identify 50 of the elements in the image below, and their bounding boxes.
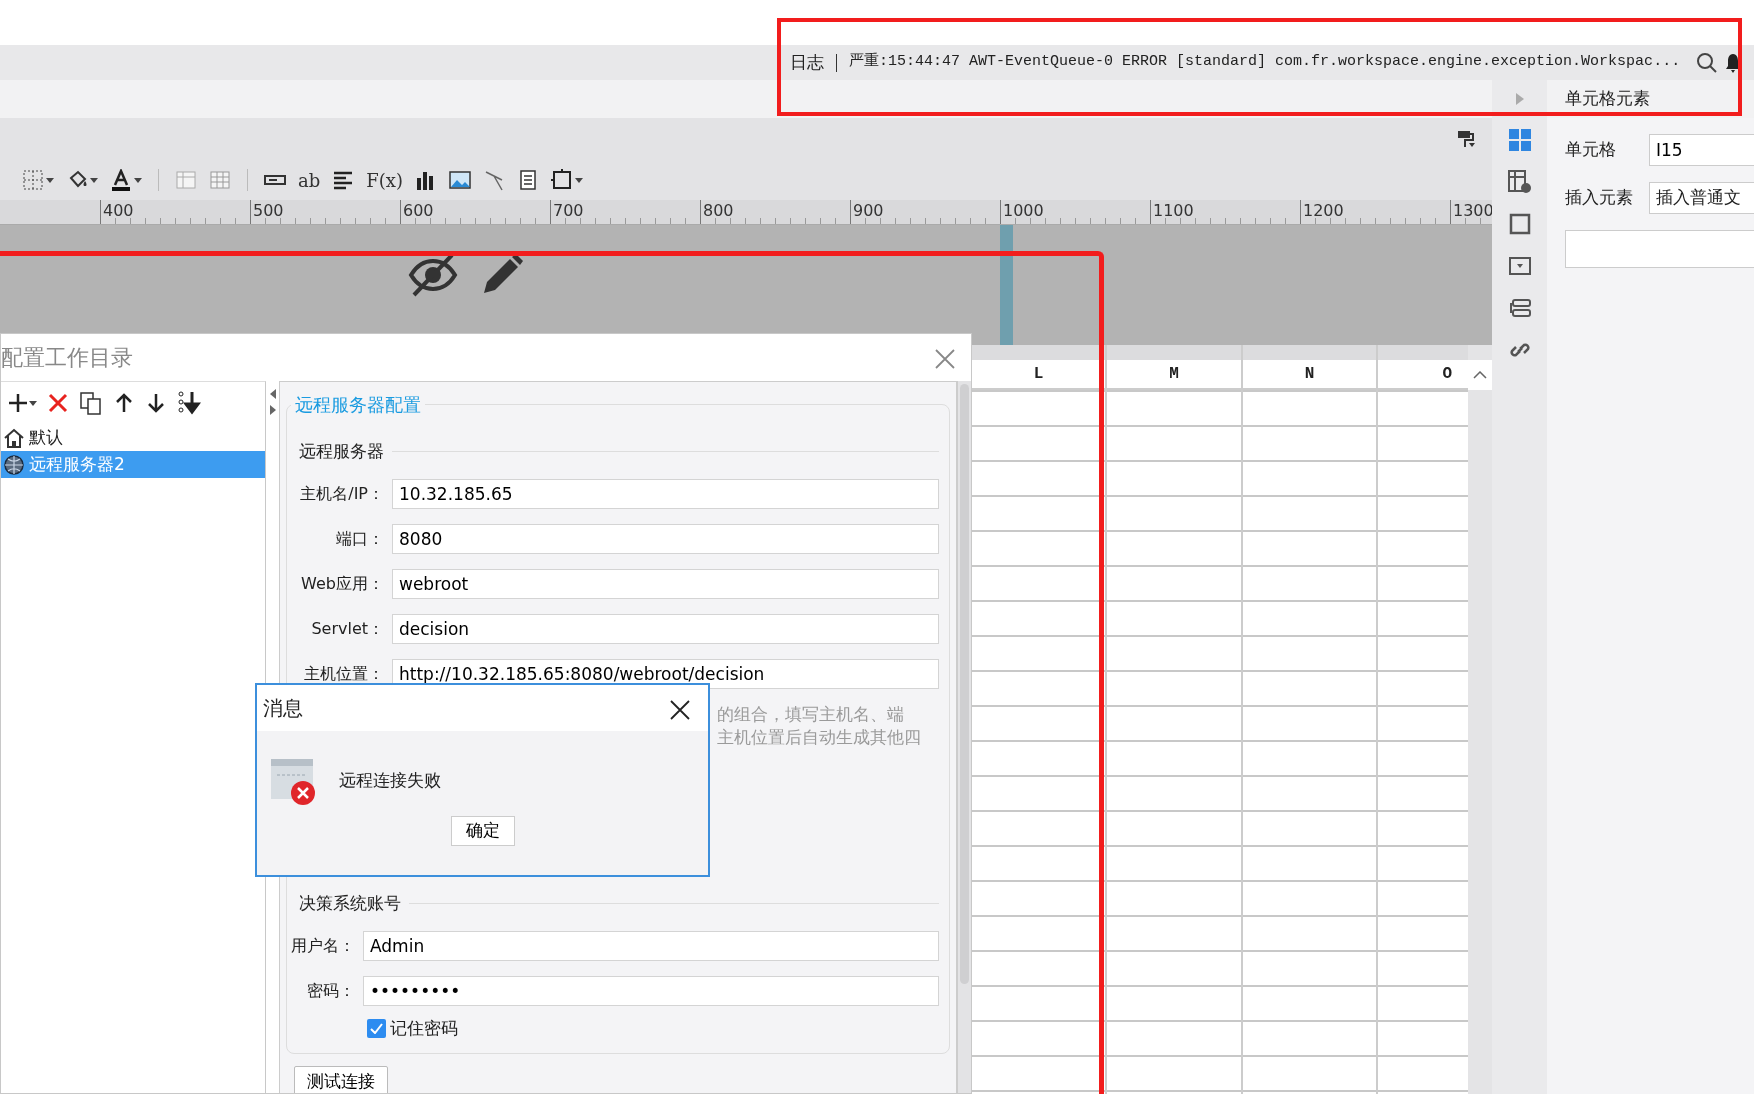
ruler-label: 400 — [103, 201, 134, 220]
section-title: 远程服务器 — [299, 439, 384, 463]
ruler-label: 1200 — [1303, 201, 1344, 220]
ruler-label: 800 — [703, 201, 734, 220]
text-field[interactable]: http://10.32.185.65:8080/webroot/decision — [392, 658, 939, 689]
field-label: 密码： — [306, 979, 356, 1002]
cell-field[interactable]: I15 — [1649, 134, 1754, 166]
text-field[interactable]: Admin — [363, 930, 939, 961]
ruler-label: 600 — [403, 201, 434, 220]
ruler-label: 1000 — [1003, 201, 1044, 220]
field-label: 用户名： — [291, 934, 356, 957]
field-label: 端口： — [335, 527, 385, 550]
field-label: 主机位置： — [303, 662, 385, 685]
field-label: 插入元素 — [1565, 186, 1634, 210]
column-header[interactable]: L — [1033, 362, 1044, 386]
hint-text: 的组合，填写主机名、端 — [717, 703, 904, 724]
dialog-title: 配置工作目录 — [1, 344, 133, 372]
log-message: 严重:15:44:47 AWT-EventQueue-0 ERROR [standard] com.fr.workspace.engine.exception.Workspac... — [849, 51, 1681, 73]
field-label: 主机名/IP： — [299, 482, 385, 505]
text-field[interactable]: 8080 — [392, 523, 939, 554]
ruler-label: 900 — [853, 201, 884, 220]
field-label: Web应用： — [300, 572, 385, 595]
text-field[interactable]: 10.32.185.65 — [392, 478, 939, 509]
column-header[interactable]: O — [1442, 362, 1452, 386]
hint-text: 主机位置后自动生成其他四 — [717, 726, 921, 747]
column-header[interactable]: N — [1304, 362, 1315, 386]
toolbar-button[interactable]: F(x) — [362, 164, 407, 196]
section-title: 决策系统账号 — [299, 891, 401, 915]
tree-item[interactable]: 默认 — [1, 424, 265, 451]
text-field[interactable]: ••••••••• — [363, 975, 939, 1006]
ruler-label: 500 — [253, 201, 284, 220]
ok-button[interactable]: 确定 — [450, 816, 515, 846]
ruler-label: 1100 — [1153, 201, 1194, 220]
toolbar-button[interactable]: ab — [294, 164, 325, 196]
insert-element-select[interactable]: 插入普通文 — [1649, 182, 1754, 214]
ruler-label: 700 — [553, 201, 584, 220]
column-header[interactable]: M — [1169, 362, 1179, 386]
text-field[interactable]: decision — [392, 613, 939, 644]
section-legend: 远程服务器配置 — [291, 394, 425, 416]
test-connection-button[interactable]: 测试连接 — [294, 1066, 388, 1093]
log-label[interactable]: 日志 — [790, 49, 824, 76]
ruler-label: 1300 — [1453, 201, 1492, 220]
panel-title: 单元格元素 — [1564, 87, 1650, 111]
checkbox-label: 记住密码 — [390, 1016, 458, 1040]
message-text: 远程连接失败 — [339, 768, 441, 792]
dialog-title: 消息 — [263, 695, 303, 722]
field-label: 单元格 — [1565, 138, 1617, 162]
text-field[interactable]: webroot — [392, 568, 939, 599]
field-label: Servlet： — [310, 617, 385, 640]
spreadsheet-grid[interactable]: L M N O — [972, 345, 1468, 1094]
